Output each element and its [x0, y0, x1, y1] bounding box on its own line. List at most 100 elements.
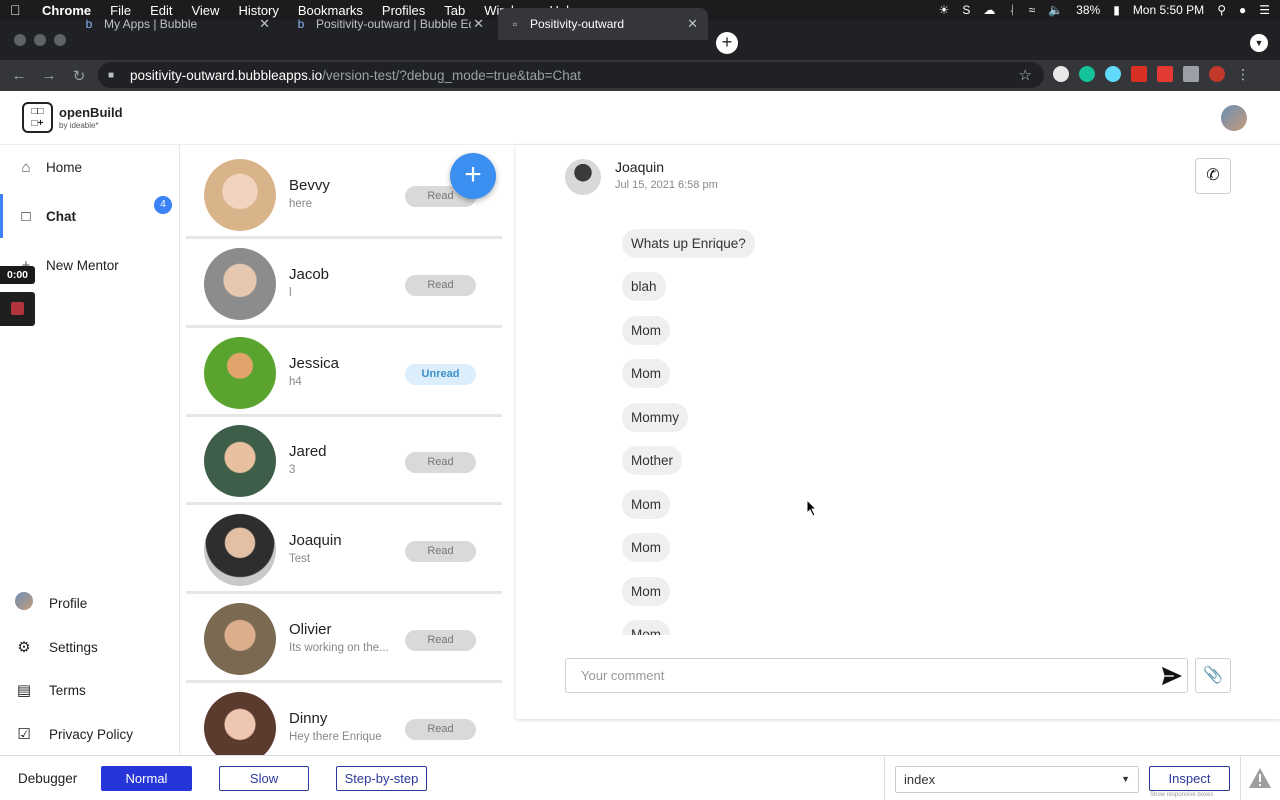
clock[interactable]: Mon 5:50 PM [1133, 3, 1204, 17]
sidebar-item-chat[interactable]: □ Chat [0, 194, 180, 238]
message-list[interactable]: Whats up Enrique? blah Mom Mom Mommy Mot… [516, 225, 1280, 635]
sidebar-item-settings[interactable]: ⚙ Settings [0, 625, 180, 669]
cloud-icon[interactable]: ☁ [983, 3, 995, 17]
paperclip-icon: 📎 [1203, 667, 1223, 684]
extension-icon[interactable] [1157, 66, 1173, 82]
puzzle-icon[interactable] [1183, 66, 1199, 82]
contact-avatar [204, 248, 276, 320]
home-icon: ⌂ [21, 158, 31, 176]
sidebar-item-privacy-policy[interactable]: ☑ Privacy Policy [0, 712, 180, 756]
sidebar-item-label: Privacy Policy [49, 726, 134, 742]
contact-last-message: 3 [289, 464, 296, 476]
browser-tab-active[interactable]: ▫ Positivity-outward ✕ [498, 8, 708, 40]
tab-search-icon[interactable]: ▼ [1250, 34, 1268, 52]
back-icon[interactable]: ← [8, 67, 30, 84]
profile-icon[interactable] [1209, 66, 1225, 82]
send-icon[interactable] [1161, 666, 1183, 686]
warning-icon[interactable] [1248, 767, 1272, 789]
attach-button[interactable]: 📎 [1195, 658, 1231, 693]
user-avatar[interactable] [1221, 105, 1247, 131]
close-tab-icon[interactable]: ✕ [473, 16, 484, 32]
debug-step-button[interactable]: Step-by-step [336, 766, 427, 791]
call-button[interactable]: ✆ [1195, 158, 1231, 194]
openbuild-logo-icon[interactable]: □□ □+ [22, 102, 53, 133]
notification-center-icon[interactable]: ☰ [1259, 3, 1270, 17]
bookmark-star-icon[interactable]: ☆ [1019, 66, 1032, 84]
clipboard-icon: ▤ [16, 682, 32, 699]
contact-item[interactable]: Joaquin Test Read [186, 507, 502, 594]
sidebar-item-label: Chat [46, 208, 76, 224]
react-devtools-icon[interactable] [1105, 66, 1121, 82]
sidebar-item-terms[interactable]: ▤ Terms [0, 668, 180, 712]
show-responsive-boxes-link[interactable]: Show responsive boxes [1150, 792, 1213, 798]
status-badge: Read [405, 541, 476, 562]
spotlight-search-icon[interactable]: ⚲ [1217, 3, 1226, 17]
status-badge: Read [405, 630, 476, 651]
minimize-window-button[interactable] [34, 34, 46, 46]
extension-icon[interactable] [1053, 66, 1069, 82]
divider [1240, 756, 1241, 800]
contact-name: Olivier [289, 621, 332, 638]
sidebar-item-label: Terms [49, 682, 86, 698]
page-select[interactable]: index ▼ [895, 766, 1139, 793]
new-tab-button[interactable]: + [716, 32, 738, 54]
stop-recording-button[interactable] [0, 292, 35, 326]
lock-icon[interactable]: ■ [108, 70, 118, 81]
sidebar-item-home[interactable]: ⌂ Home [0, 145, 180, 189]
extensions-area: ⋮ [1053, 66, 1251, 82]
sidebar-item-label: Profile [49, 595, 88, 611]
skype-icon[interactable]: S [962, 3, 970, 17]
divider [884, 756, 885, 800]
message-bubble: Mom [622, 577, 670, 606]
forward-icon[interactable]: → [38, 67, 60, 84]
contact-item[interactable]: Jared 3 Read [186, 418, 502, 505]
battery-percent: 38% [1076, 3, 1101, 17]
extension-icon[interactable] [1131, 66, 1147, 82]
contact-name: Joaquin [289, 532, 342, 549]
message-bubble: Whats up Enrique? [622, 229, 755, 258]
brightness-icon[interactable]: ☀ [939, 3, 950, 17]
close-tab-icon[interactable]: ✕ [259, 16, 270, 32]
address-bar[interactable]: ■ positivity-outward.bubbleapps.io /vers… [98, 62, 1044, 88]
contact-item[interactable]: Olivier Its working on the... Read [186, 596, 502, 683]
url-path: /version-test/?debug_mode=true&tab=Chat [322, 67, 582, 83]
contact-name: Jared [289, 443, 327, 460]
chat-bubble-icon: □ [21, 207, 31, 225]
debug-normal-button[interactable]: Normal [101, 766, 192, 791]
volume-icon[interactable]: 🔈 [1048, 3, 1063, 17]
status-badge: Unread [405, 364, 476, 385]
close-tab-icon[interactable]: ✕ [687, 16, 698, 32]
contact-item[interactable]: Dinny Hey there Enrique Read [186, 685, 502, 755]
kebab-menu-icon[interactable]: ⋮ [1235, 66, 1251, 82]
siri-icon[interactable]: ● [1239, 3, 1246, 17]
close-window-button[interactable] [14, 34, 26, 46]
contact-last-message: here [289, 198, 313, 210]
status-badge: Read [405, 452, 476, 473]
message-bubble: blah [622, 272, 666, 301]
apple-icon[interactable]:  [10, 2, 24, 18]
contact-avatar [204, 692, 276, 755]
wifi-icon[interactable]: ≈ [1029, 3, 1036, 17]
zoom-window-button[interactable] [54, 34, 66, 46]
comment-input[interactable]: Your comment [565, 658, 1188, 693]
bluetooth-icon[interactable]: ᛆ [1008, 3, 1015, 17]
contact-avatar [204, 159, 276, 231]
chat-date: Jul 15, 2021 6:58 pm [615, 179, 718, 191]
battery-icon[interactable]: ▮ [1113, 3, 1120, 17]
grammarly-icon[interactable] [1079, 66, 1095, 82]
contact-name: Dinny [289, 710, 328, 727]
bubble-debugger-bar: Debugger Normal Slow Step-by-step index … [0, 755, 1280, 800]
page-favicon-icon: ▫ [512, 17, 518, 31]
contact-item[interactable]: Jessica h4 Unread [186, 330, 502, 417]
add-chat-button[interactable]: + [450, 153, 496, 199]
sidebar-item-profile[interactable]: Profile [0, 581, 180, 625]
contact-item[interactable]: Jacob l Read [186, 241, 502, 328]
reload-icon[interactable]: ↻ [68, 67, 90, 85]
debug-slow-button[interactable]: Slow [219, 766, 309, 791]
contact-last-message: Test [289, 553, 311, 565]
sidebar-item-label: Home [46, 159, 83, 175]
inspect-button[interactable]: Inspect [1149, 766, 1230, 791]
browser-tab-editor[interactable]: b Positivity-outward | Bubble Edi ✕ [284, 8, 494, 40]
message-bubble: Mom [622, 533, 670, 562]
browser-tab-my-apps[interactable]: b My Apps | Bubble ✕ [72, 8, 280, 40]
